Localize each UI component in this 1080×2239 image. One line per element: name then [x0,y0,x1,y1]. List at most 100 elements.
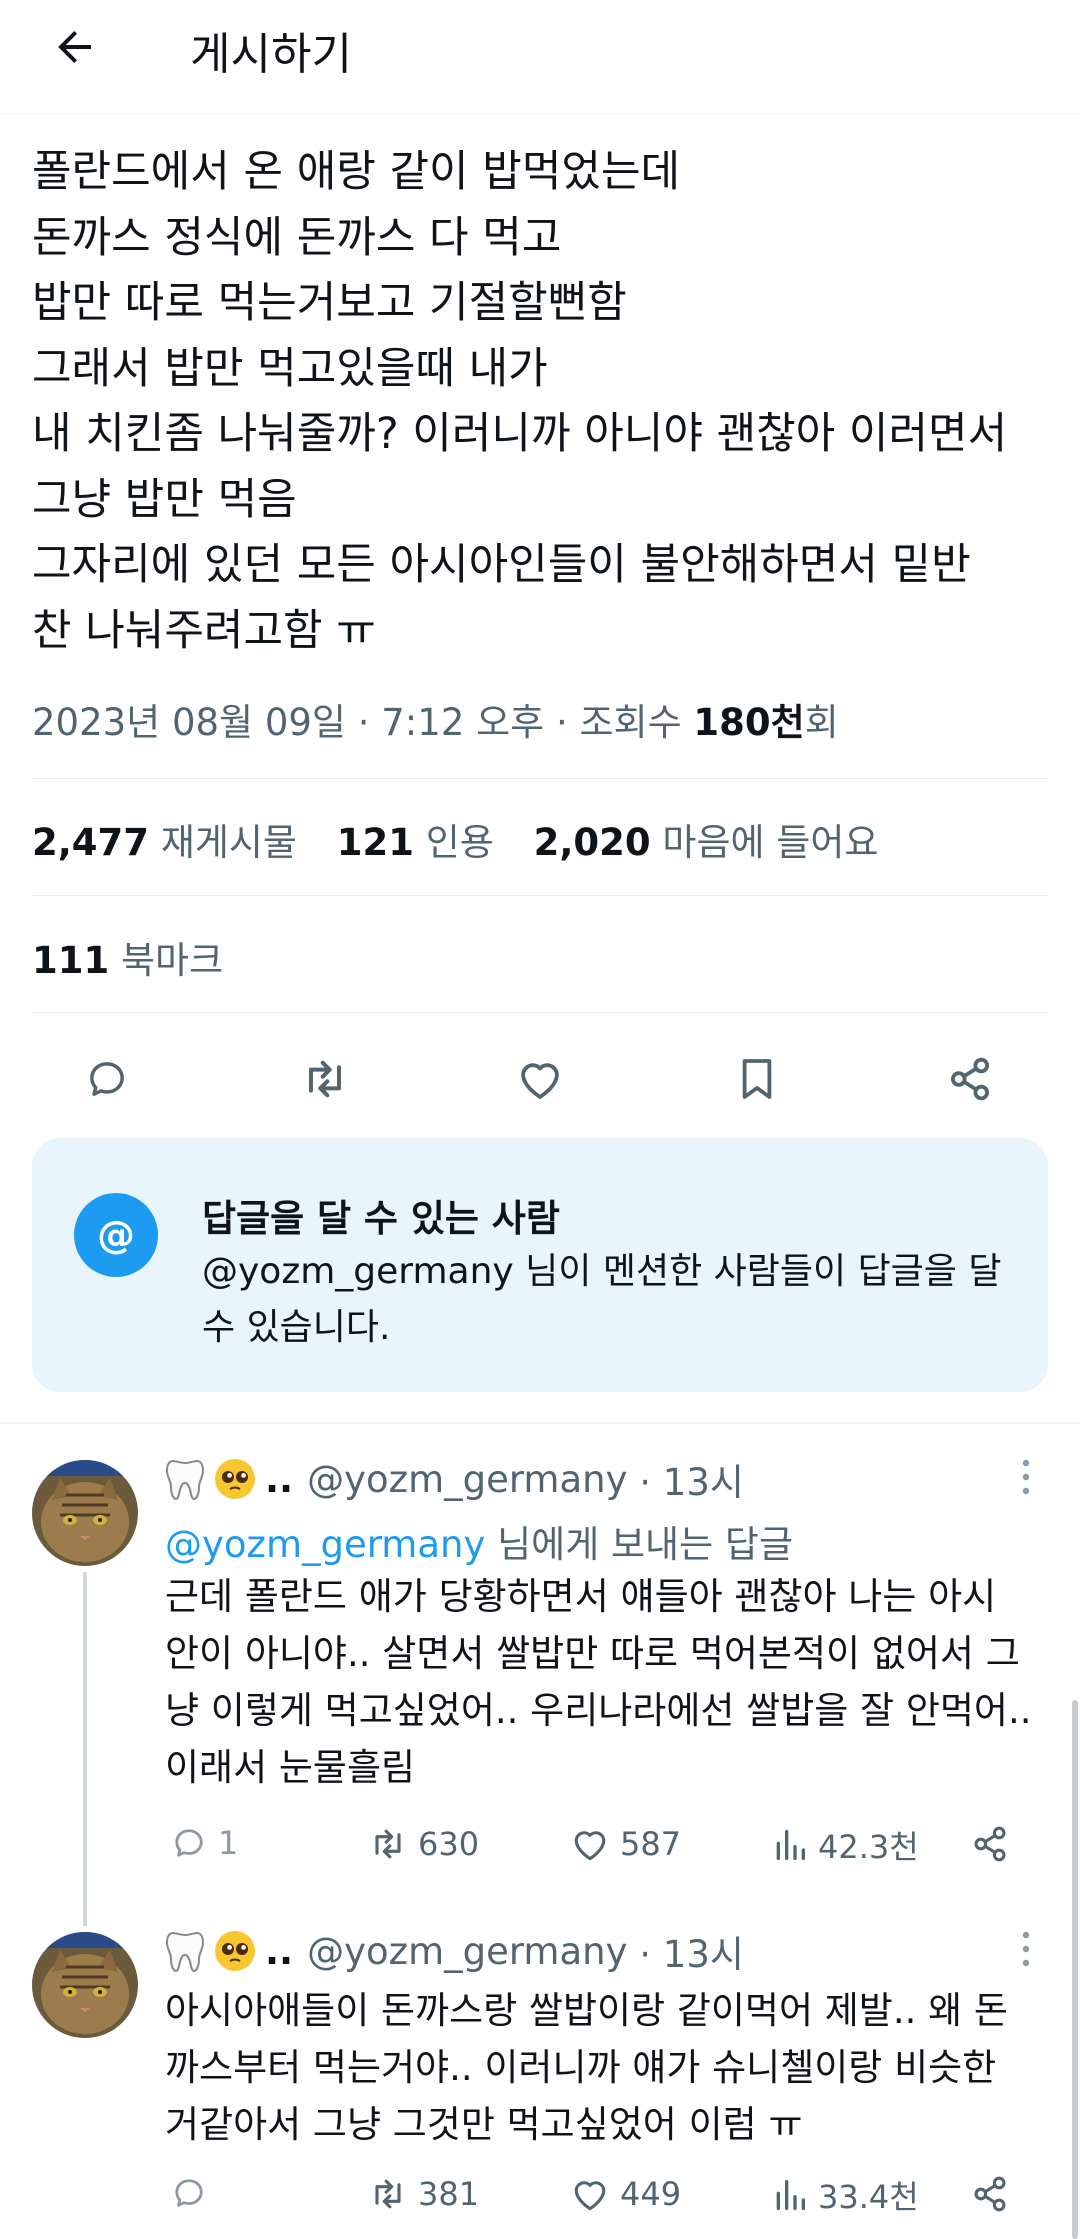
analytics-icon [776,2180,805,2210]
share-button[interactable] [935,1044,1005,1114]
tweet-text-line: 그자리에 있던 모든 아시아인들이 불안해하면서 밑반 [32,540,971,590]
like-button[interactable] [505,1044,575,1114]
user-handle[interactable]: @yozm_germany [307,1458,627,1501]
reply-time: · 13시 [639,1461,744,1504]
tweet-text-line: 내 치킨좀 나눠줄까? 이러니까 아니야 괜찮아 이러면서 [32,409,1008,459]
tweet-text-line: 밥만 따로 먹는거보고 기절할뻔함 [32,278,627,328]
mention-link[interactable]: @yozm_germany [165,1523,485,1566]
tweet-text-line: 폴란드에서 온 애랑 같이 밥먹었는데 [32,147,681,197]
more-options-button[interactable] [1004,1924,1048,1974]
tweet-text-line: 돈까스 정식에 돈까스 다 먹고 [32,212,562,263]
reply-restriction-notice: @ 답글을 달 수 있는 사람 @yozm_germany 님이 멘션한 사람들… [32,1138,1048,1392]
tweet-text: 폴란드에서 온 애랑 같이 밥먹었는데 돈까스 정식에 돈까스 다 먹고 밥만 … [32,140,1052,664]
reply-text-line: 안이 아니야.. 살면서 쌀밥만 따로 먹어본적이 없어서 그 [165,1632,1020,1675]
like-button[interactable]: 587 [568,1822,681,1866]
divider [32,778,1048,779]
reply-text-line: 이래서 눈물흘림 [165,1746,416,1789]
page-title: 게시하기 [190,29,352,80]
reply-button[interactable]: 1 [168,1822,238,1864]
retweet-stat[interactable]: 2,477 재게시물 [32,821,325,864]
tweet-date: 2023년 08월 09일 [32,701,346,744]
pleading-face-emoji-icon [213,1929,257,1973]
bookmark-icon [742,1059,772,1099]
reply-text-line: 아시아애들이 돈까스랑 쌀밥이랑 같이먹어 제발.. 왜 돈 [165,1989,1008,2032]
reply-icon [175,1829,203,1857]
reply-text-line: 거같아서 그냥 그것만 먹고싶었어 이럼 ㅠ [165,2103,803,2146]
analytics-icon [776,1830,805,1860]
reply-text: 아시아애들이 돈까스랑 쌀밥이랑 같이먹어 제발.. 왜 돈 까스부터 먹는거야… [165,1982,1065,2153]
reply-restriction-desc: @yozm_germany 님이 멘션한 사람들이 답글을 달 수 있습니다. [202,1251,1002,1348]
reply-button[interactable] [168,2172,218,2214]
like-count: 587 [620,1825,682,1863]
tweet-time: 7:12 오후 [381,701,545,744]
tooth-emoji-icon [165,1929,205,1973]
tooth-emoji-icon [165,1457,205,1501]
replying-to: @yozm_germany 님에게 보내는 답글 [165,1514,793,1568]
reply-text-line: 냥 이렇게 먹고싶었어.. 우리나라에선 쌀밥을 잘 안먹어.. [165,1689,1032,1732]
view-count: 42.3천 [818,1828,919,1866]
tweet-text-line: 그래서 밥만 먹고있을때 내가 [32,343,548,394]
retweet-count: 630 [418,1825,480,1863]
bookmark-button[interactable] [722,1044,792,1114]
like-icon [521,1063,559,1099]
reply-icon [90,1062,124,1096]
divider [32,1012,1048,1013]
like-stat[interactable]: 2,020 마음에 들어요 [534,821,907,864]
share-icon [950,1057,990,1101]
display-name-suffix[interactable]: .. [265,1458,293,1501]
reply-text: 근데 폴란드 애가 당황하면서 얘들아 괜찮아 나는 아시 안이 아니야.. 살… [165,1568,1065,1796]
reply-button[interactable] [72,1044,142,1114]
retweet-icon [375,2179,401,2209]
like-icon [574,1831,606,1861]
retweet-button[interactable]: 630 [366,1822,479,1866]
retweet-icon [309,1060,341,1098]
tweet-text-line: 그냥 밥만 먹음 [32,474,297,525]
more-vertical-icon [1022,1931,1030,1967]
display-name-suffix[interactable]: .. [265,1930,293,1973]
back-button[interactable] [40,12,110,82]
views-button[interactable]: 42.3천 [770,1822,919,1868]
quote-stat[interactable]: 121 인용 [337,821,522,864]
section-divider [0,1422,1080,1424]
reply-icon [175,2179,203,2207]
share-button[interactable] [968,1822,1020,1866]
reply-text-line: 근데 폴란드 애가 당황하면서 얘들아 괜찮아 나는 아시 [165,1575,997,1618]
reply-header: .. @yozm_germany · 13시 [165,1924,744,1978]
replying-to-label: 님에게 보내는 답글 [485,1523,793,1566]
views-label: 조회수 [579,701,682,744]
reply-text-line: 까스부터 먹는거야.. 이러니까 얘가 슈니첼이랑 비슷한 [165,2046,997,2089]
scrollbar[interactable] [1072,1700,1078,2239]
retweet-button[interactable]: 381 [366,2172,479,2216]
retweet-count: 381 [418,2175,480,2213]
like-count: 449 [620,2175,682,2213]
reply-restriction-title: 답글을 달 수 있는 사람 [202,1197,560,1240]
arrow-left-icon [58,31,91,63]
top-app-bar: 게시하기 [0,0,1080,114]
tweet-stats: 2,477 재게시물 121 인용 2,020 마음에 들어요 [32,812,906,866]
views-count: 180천 [693,701,805,744]
view-count: 33.4천 [818,2178,919,2216]
like-icon [574,2181,606,2211]
more-options-button[interactable] [1004,1452,1048,1502]
retweet-button[interactable] [290,1044,360,1114]
reply-time: · 13시 [639,1933,744,1976]
views-button[interactable]: 33.4천 [770,2172,919,2218]
user-handle[interactable]: @yozm_germany [307,1930,627,1973]
avatar[interactable] [32,1460,138,1566]
share-icon [974,2176,1006,2212]
pleading-face-emoji-icon [213,1457,257,1501]
tweet-text-line: 찬 나눠주려고함 ㅠ [32,605,376,656]
more-vertical-icon [1022,1459,1030,1495]
reply-header: .. @yozm_germany · 13시 [165,1452,744,1506]
tweet-meta: 2023년 08월 09일 · 7:12 오후 · 조회수 180천회 [32,701,839,744]
avatar[interactable] [32,1932,138,2038]
cat-avatar-icon [32,1932,138,2038]
bookmark-stat[interactable]: 111 북마크 [32,930,223,984]
share-button[interactable] [968,2172,1020,2216]
divider [32,895,1048,896]
share-icon [974,1826,1006,1862]
reply-count: 1 [218,1824,239,1862]
at-sign-icon: @ [74,1193,158,1277]
cat-avatar-icon [32,1460,138,1566]
like-button[interactable]: 449 [568,2172,681,2216]
